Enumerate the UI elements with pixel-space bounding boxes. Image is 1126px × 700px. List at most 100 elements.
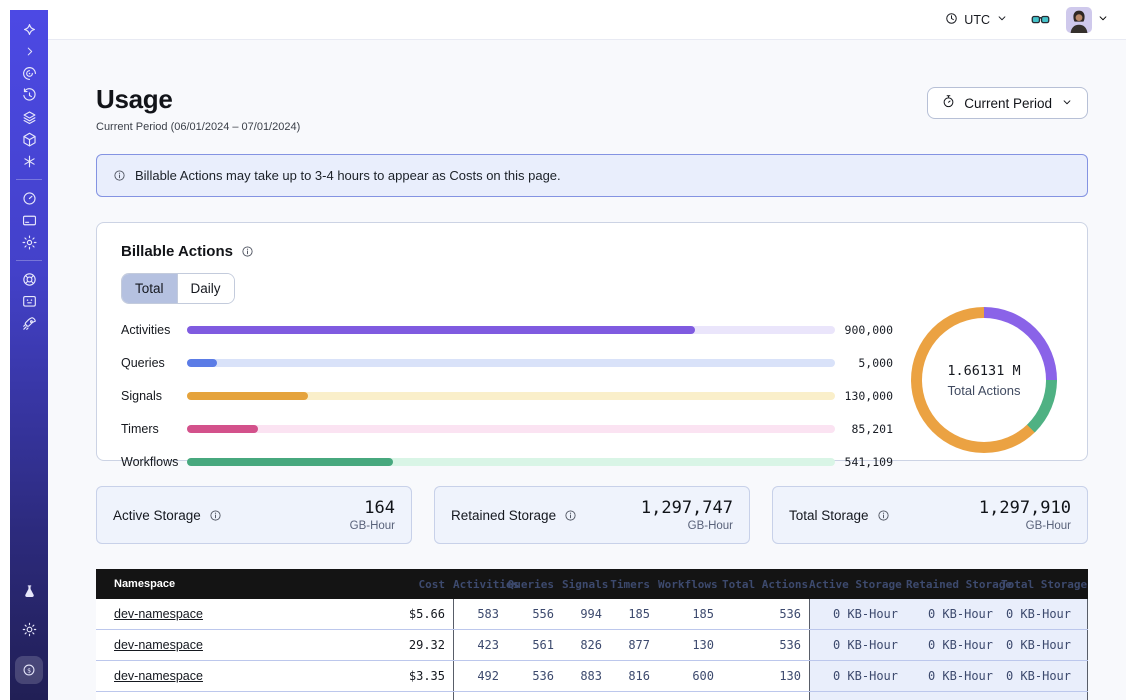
chevron-down-icon bbox=[1096, 11, 1110, 28]
info-icon[interactable] bbox=[208, 508, 223, 523]
chevron-down-icon bbox=[995, 11, 1009, 28]
table-cell: 826 bbox=[562, 630, 610, 660]
info-banner-text: Billable Actions may take up to 3-4 hour… bbox=[135, 168, 561, 183]
table-cell: 0 KB-Hour bbox=[906, 599, 1001, 629]
sidebar-history-clock-icon[interactable] bbox=[14, 84, 44, 106]
table-cell: 185 bbox=[658, 599, 722, 629]
header-cell: Activities bbox=[453, 569, 507, 599]
sidebar-flask-icon[interactable] bbox=[14, 580, 44, 602]
bar-label: Workflows bbox=[121, 455, 187, 469]
storage-card-value: 1,297,910 GB-Hour bbox=[979, 498, 1071, 532]
goggles-icon[interactable] bbox=[1030, 9, 1051, 30]
sidebar-gauge-icon[interactable] bbox=[14, 187, 44, 209]
storage-card: Total Storage1,297,910GB-Hour bbox=[772, 486, 1088, 544]
sidebar-life-ring-icon[interactable] bbox=[14, 268, 44, 290]
bar-value: 900,000 bbox=[835, 323, 893, 337]
top-header: UTC bbox=[48, 0, 1126, 40]
storage-unit: GB-Hour bbox=[350, 520, 395, 532]
sidebar-dollar-coin-icon[interactable]: $ bbox=[15, 656, 43, 684]
sidebar-layers-icon[interactable] bbox=[14, 106, 44, 128]
storage-card-value: 164 GB-Hour bbox=[350, 498, 395, 532]
avatar bbox=[1066, 7, 1092, 33]
table-cell: 0 KB-Hour bbox=[809, 599, 906, 629]
table-row: dev-namespace$3.354925368838166001300 KB… bbox=[96, 661, 1088, 692]
bar-value: 541,109 bbox=[835, 455, 893, 469]
storage-value: 1,297,910 bbox=[979, 498, 1071, 518]
cell-namespace: dev-namespace bbox=[96, 630, 336, 660]
info-icon bbox=[112, 168, 127, 183]
billable-actions-title: Billable Actions bbox=[121, 243, 233, 260]
table-cell: 883 bbox=[562, 661, 610, 691]
storage-unit: GB-Hour bbox=[641, 520, 733, 532]
bar-value: 5,000 bbox=[835, 356, 893, 370]
donut-center-value: 1.66131 M bbox=[947, 363, 1020, 379]
bar-fill bbox=[187, 359, 217, 367]
table-cell: 130 bbox=[722, 661, 809, 691]
table-cell bbox=[507, 692, 562, 700]
info-icon[interactable] bbox=[240, 244, 255, 259]
sidebar-rocket-icon[interactable] bbox=[14, 312, 44, 334]
table-header-row: NamespaceCostActivitiesQueriesSignalsTim… bbox=[96, 569, 1088, 599]
table-row-partial bbox=[96, 692, 1088, 700]
namespace-link[interactable]: dev-namespace bbox=[114, 607, 203, 621]
table-cell bbox=[658, 692, 722, 700]
bar-track bbox=[187, 326, 835, 334]
info-icon[interactable] bbox=[563, 508, 578, 523]
header-cell: Total Actions bbox=[722, 569, 809, 599]
table-cell: 0 KB-Hour bbox=[809, 661, 906, 691]
storage-unit: GB-Hour bbox=[979, 520, 1071, 532]
sidebar-spiral-icon[interactable] bbox=[14, 62, 44, 84]
sidebar-sun-icon[interactable] bbox=[14, 618, 44, 640]
header-cell: Retained Storage bbox=[906, 569, 1001, 599]
bar-label: Queries bbox=[121, 356, 187, 370]
storage-value: 164 bbox=[350, 498, 395, 518]
main-content: Usage Current Period (06/01/2024 – 07/01… bbox=[48, 40, 1126, 700]
stopwatch-icon bbox=[941, 94, 956, 112]
user-menu[interactable] bbox=[1066, 7, 1110, 33]
storage-card: Active Storage 164 GB-Hour bbox=[96, 486, 412, 544]
namespace-link[interactable]: dev-namespace bbox=[114, 669, 203, 683]
page-title: Usage bbox=[96, 84, 300, 115]
sidebar-chevron-right-icon[interactable] bbox=[14, 40, 44, 62]
table-cell: 0 KB-Hour bbox=[1001, 661, 1088, 691]
sidebar-asterisk-icon[interactable] bbox=[14, 150, 44, 172]
billable-actions-card: Billable Actions Total Daily Activities 9… bbox=[96, 222, 1088, 461]
storage-card-label-text: Retained Storage bbox=[451, 508, 556, 523]
header-cell: Signals bbox=[562, 569, 610, 599]
table-cell: 536 bbox=[722, 630, 809, 660]
namespace-link[interactable]: dev-namespace bbox=[114, 638, 203, 652]
tab-daily[interactable]: Daily bbox=[177, 274, 234, 303]
tab-total[interactable]: Total bbox=[122, 274, 177, 303]
storage-card-label: Active Storage bbox=[113, 508, 223, 523]
table-row: dev-namespace$5.665835569941851855360 KB… bbox=[96, 599, 1088, 630]
bar-track bbox=[187, 359, 835, 367]
sidebar-cube-icon[interactable] bbox=[14, 128, 44, 150]
sidebar-monitor-face-icon[interactable] bbox=[14, 290, 44, 312]
billable-actions-tabs: Total Daily bbox=[121, 273, 235, 304]
bar-value: 85,201 bbox=[835, 422, 893, 436]
table-cell: 561 bbox=[507, 630, 562, 660]
bar-value: 130,000 bbox=[835, 389, 893, 403]
table-cell: 130 bbox=[658, 630, 722, 660]
svg-text:$: $ bbox=[27, 667, 31, 674]
sidebar-gear-icon[interactable] bbox=[14, 231, 44, 253]
bar-label: Timers bbox=[121, 422, 187, 436]
table-cell: $5.66 bbox=[336, 599, 453, 629]
header-cell: Queries bbox=[507, 569, 562, 599]
table-cell: 185 bbox=[610, 599, 658, 629]
info-banner: Billable Actions may take up to 3-4 hour… bbox=[96, 154, 1088, 197]
table-cell: 600 bbox=[658, 661, 722, 691]
period-selector-button[interactable]: Current Period bbox=[927, 87, 1088, 119]
table-cell: 816 bbox=[610, 661, 658, 691]
timezone-selector[interactable]: UTC bbox=[938, 10, 1015, 30]
period-selector-label: Current Period bbox=[964, 96, 1052, 111]
bar-label: Activities bbox=[121, 323, 187, 337]
header-cell: Cost bbox=[336, 569, 453, 599]
sidebar-credit-card-icon[interactable] bbox=[14, 209, 44, 231]
info-icon[interactable] bbox=[876, 508, 891, 523]
table-cell: 0 KB-Hour bbox=[809, 630, 906, 660]
chevron-down-icon bbox=[1060, 95, 1074, 112]
header-cell: Namespace bbox=[96, 569, 336, 599]
table-cell bbox=[610, 692, 658, 700]
sidebar-propeller-logo-icon[interactable] bbox=[14, 18, 44, 40]
